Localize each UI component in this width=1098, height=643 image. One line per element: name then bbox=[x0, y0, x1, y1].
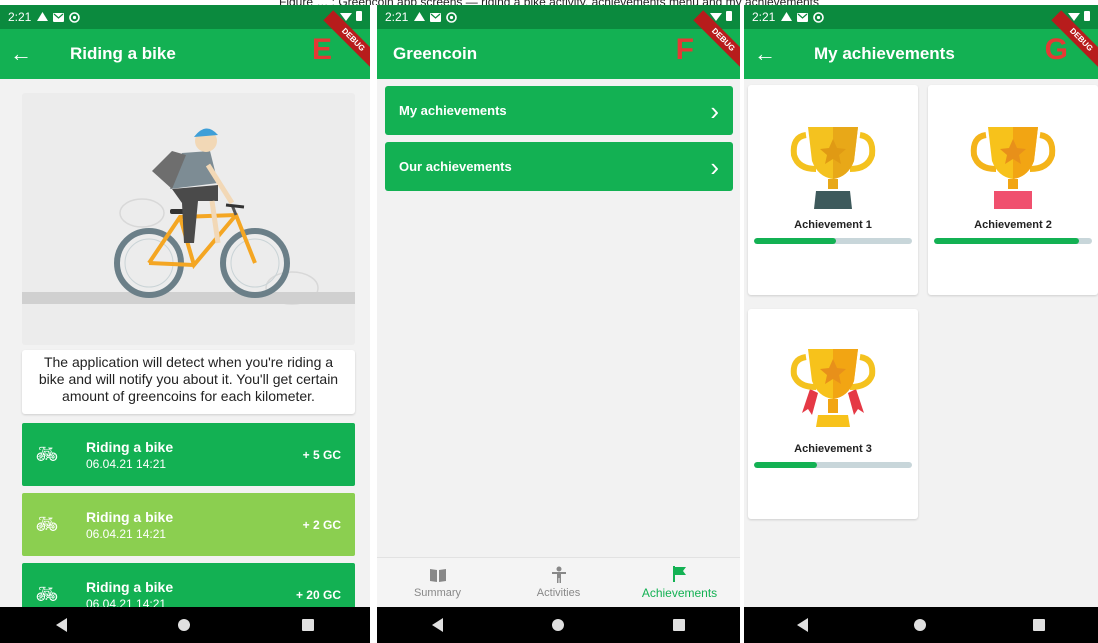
tab-achievements[interactable]: Achievements bbox=[619, 558, 740, 607]
achievement-progress-bar bbox=[754, 238, 912, 244]
activity-time: 06.04.21 14:21 bbox=[86, 526, 167, 541]
achievement-name: Achievement 3 bbox=[794, 443, 872, 455]
phone-riding-a-bike: 2:21 ← Riding a bike DEBUG E The applica… bbox=[0, 5, 370, 643]
back-nav-icon[interactable] bbox=[797, 618, 809, 632]
achievement-progress-fill bbox=[754, 238, 837, 244]
tab-label: Achievements bbox=[641, 586, 718, 600]
back-nav-icon[interactable] bbox=[431, 618, 443, 632]
panel-letter: E bbox=[311, 33, 332, 66]
sync-icon bbox=[446, 11, 458, 23]
bike-illustration bbox=[22, 93, 355, 345]
tab-summary[interactable]: Summary bbox=[377, 558, 498, 607]
activity-coins: + 2 GC bbox=[302, 517, 341, 532]
sync-icon bbox=[813, 11, 825, 23]
activity-name: Riding a bike bbox=[86, 438, 174, 455]
book-icon bbox=[429, 569, 446, 582]
trophy-icon bbox=[748, 125, 918, 215]
page-title: Riding a bike bbox=[70, 44, 176, 63]
phone-greencoin-menu: 2:21 Greencoin DEBUG F My achievements ›… bbox=[377, 5, 740, 643]
tab-activities[interactable]: Activities bbox=[498, 558, 619, 607]
battery-icon bbox=[1084, 11, 1090, 21]
battery-icon bbox=[726, 11, 732, 21]
figure-caption: Figure … : Greencoin app screens — ridin… bbox=[0, 0, 1098, 5]
trophy-icon bbox=[928, 125, 1098, 215]
recents-nav-icon[interactable] bbox=[302, 619, 315, 631]
menu-label: Our achievements bbox=[399, 159, 512, 174]
achievement-progress-bar bbox=[754, 462, 912, 468]
achievement-progress-fill bbox=[754, 462, 818, 468]
flag-icon bbox=[672, 566, 686, 582]
page-title: My achievements bbox=[814, 44, 955, 63]
status-time: 2:21 bbox=[385, 10, 409, 24]
person-icon bbox=[551, 566, 566, 583]
status-bar: 2:21 bbox=[377, 5, 740, 29]
page-title: Greencoin bbox=[393, 44, 478, 63]
panel-letter: G bbox=[1044, 33, 1068, 66]
system-icons bbox=[1068, 10, 1090, 21]
status-time: 2:21 bbox=[752, 10, 776, 24]
tab-label: Activities bbox=[536, 587, 581, 599]
achievement-progress-bar bbox=[934, 238, 1092, 244]
system-icons bbox=[340, 10, 362, 21]
achievement-card[interactable]: Achievement 2 bbox=[928, 85, 1098, 295]
page: Figure … : Greencoin app screens — ridin… bbox=[0, 0, 1098, 643]
battery-icon bbox=[356, 11, 362, 21]
notification-icons bbox=[781, 11, 825, 23]
notification-icons bbox=[414, 11, 458, 23]
sync-icon bbox=[69, 11, 81, 23]
home-nav-icon[interactable] bbox=[914, 619, 927, 631]
system-nav-bar bbox=[744, 607, 1098, 643]
back-arrow-icon[interactable]: ← bbox=[754, 43, 788, 65]
bike-icon: 🚲︎ bbox=[35, 514, 59, 534]
status-time: 2:21 bbox=[8, 10, 32, 24]
system-icons bbox=[710, 10, 732, 21]
panel-letter: F bbox=[675, 33, 694, 66]
recents-nav-icon[interactable] bbox=[673, 619, 686, 631]
drive-icon bbox=[37, 12, 49, 21]
our-achievements-button[interactable]: Our achievements › bbox=[385, 142, 733, 191]
bottom-navigation: Summary Activities Achievements bbox=[377, 557, 740, 607]
my-achievements-button[interactable]: My achievements › bbox=[385, 86, 733, 135]
system-nav-bar bbox=[377, 607, 740, 643]
activity-item[interactable]: 🚲︎ Riding a bike 06.04.21 14:21 + 2 GC bbox=[22, 493, 355, 556]
drive-icon bbox=[414, 12, 426, 21]
system-nav-bar bbox=[0, 607, 370, 643]
mail-icon bbox=[53, 12, 65, 22]
achievement-progress-fill bbox=[934, 238, 1080, 244]
menu-label: My achievements bbox=[399, 103, 507, 118]
chevron-right-icon: › bbox=[710, 151, 719, 182]
phone-my-achievements: 2:21 ← My achievements DEBUG G Achieveme… bbox=[744, 5, 1098, 643]
achievement-card[interactable]: Achievement 1 bbox=[748, 85, 918, 295]
chevron-right-icon: › bbox=[710, 95, 719, 126]
back-nav-icon[interactable] bbox=[55, 618, 67, 632]
activity-name: Riding a bike bbox=[86, 578, 174, 595]
activity-description: The application will detect when you're … bbox=[22, 350, 355, 414]
bike-icon: 🚲︎ bbox=[35, 584, 59, 604]
bike-icon: 🚲︎ bbox=[35, 444, 59, 464]
drive-icon bbox=[781, 12, 793, 21]
activity-coins: + 20 GC bbox=[295, 587, 341, 602]
trophy-icon bbox=[748, 349, 918, 439]
activity-item[interactable]: 🚲︎ Riding a bike 06.04.21 14:21 + 5 GC bbox=[22, 423, 355, 486]
tab-label: Summary bbox=[413, 587, 462, 599]
status-bar: 2:21 bbox=[744, 5, 1098, 29]
activity-coins: + 5 GC bbox=[302, 447, 341, 462]
home-nav-icon[interactable] bbox=[551, 619, 564, 631]
activity-time: 06.04.21 14:21 bbox=[86, 456, 167, 471]
activity-name: Riding a bike bbox=[86, 508, 174, 525]
mail-icon bbox=[797, 12, 809, 22]
back-arrow-icon[interactable]: ← bbox=[10, 43, 44, 65]
achievement-card[interactable]: Achievement 3 bbox=[748, 309, 918, 519]
notification-icons bbox=[37, 11, 81, 23]
achievement-name: Achievement 1 bbox=[794, 219, 872, 231]
home-nav-icon[interactable] bbox=[178, 619, 191, 631]
status-bar: 2:21 bbox=[0, 5, 370, 29]
recents-nav-icon[interactable] bbox=[1032, 619, 1045, 631]
mail-icon bbox=[430, 12, 442, 22]
achievement-name: Achievement 2 bbox=[974, 219, 1052, 231]
